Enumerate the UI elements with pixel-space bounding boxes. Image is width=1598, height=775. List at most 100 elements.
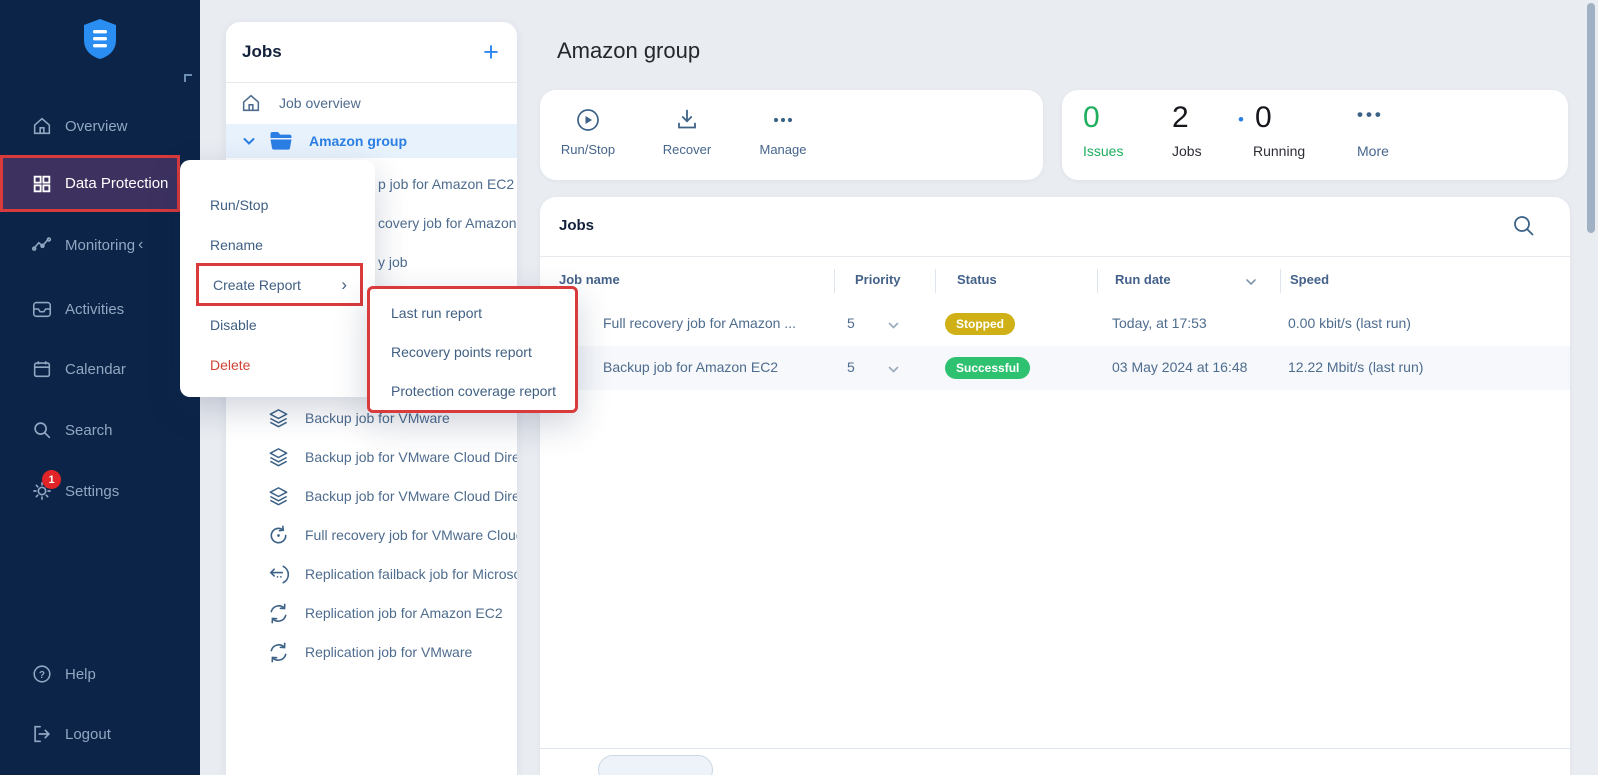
column-separator [1097,269,1098,293]
divider [540,256,1570,257]
toolbar-button-label: Manage [738,142,828,157]
sort-chevron-icon[interactable] [1245,276,1257,288]
sidebar-item-monitoring[interactable]: Monitoring ‹ [0,223,200,267]
sidebar-item-activities[interactable]: Activities [0,287,200,331]
priority-dropdown-icon[interactable] [887,363,900,376]
column-separator [935,269,936,293]
status-badge: Stopped [945,313,1015,335]
menu-item-run-stop[interactable]: Run/Stop [180,185,375,225]
toolbar-button-label: Recover [642,142,732,157]
cell-speed: 0.00 kbit/s (last run) [1288,315,1411,331]
chevron-down-icon[interactable] [242,134,256,148]
divider [540,748,1570,749]
job-group-label: Amazon group [309,133,407,149]
download-icon [674,107,700,133]
sidebar-item-label: Calendar [65,361,126,378]
menu-item-create-report[interactable]: Create Report › [196,263,363,306]
chevron-right-icon: › [341,275,347,295]
column-header-speed[interactable]: Speed [1290,272,1329,287]
menu-item-delete[interactable]: Delete [180,345,375,385]
column-header-run-date[interactable]: Run date [1115,272,1171,287]
sidebar-item-search[interactable]: Search [0,408,200,452]
cell-priority: 5 [847,359,855,375]
page-scrollbar[interactable] [1587,3,1595,233]
status-badge: Successful [945,357,1030,379]
sidebar-item-label: Settings [65,483,119,500]
pagination-pill-button[interactable] [598,755,713,775]
sidebar-item-overview[interactable]: Overview [0,104,200,148]
play-circle-icon [575,107,601,133]
inbox-icon [31,298,53,320]
table-row[interactable]: Full recovery job for Amazon ... 5 Stopp… [540,302,1570,346]
grid-icon [31,173,53,195]
jobs-label: Jobs [1172,143,1202,159]
sidebar-item-label: Overview [65,118,128,135]
sidebar-item-settings[interactable]: Settings [0,469,200,513]
group-stats: 0 Issues 2 Jobs • 0 Running ••• More [1062,90,1568,180]
column-separator [834,269,835,293]
sidebar-collapse-icon[interactable] [184,74,192,82]
menu-item-rename[interactable]: Rename [180,225,375,265]
job-tree-item[interactable]: Replication failback job for Microso [226,555,517,593]
cell-job-name[interactable]: Backup job for Amazon EC2 [603,359,778,375]
column-header-status[interactable]: Status [957,272,997,287]
job-tree-item-fragment[interactable]: y job [378,252,408,272]
jobs-panel-title: Jobs [242,42,282,62]
backup-job-icon [267,446,290,469]
sidebar-item-label: Search [65,422,113,439]
menu-item-disable[interactable]: Disable [180,305,375,345]
backup-job-icon [267,485,290,508]
job-tree-item-label: Backup job for VMware Cloud Direc [305,449,517,465]
toolbar-button-label: Run/Stop [543,142,633,157]
sidebar-item-help[interactable]: ? Help [0,652,200,696]
menu-item-last-run-report[interactable]: Last run report [370,294,575,333]
chevron-left-icon[interactable]: ‹ [138,236,143,254]
job-tree-item-label: Full recovery job for VMware Cloud [305,527,517,543]
jobs-table-card: Jobs Job name Priority Status Run date S… [540,197,1570,775]
job-tree-item-fragment[interactable]: covery job for Amazon E [378,213,517,233]
table-row[interactable]: Backup job for Amazon EC2 5 Successful 0… [540,346,1570,390]
backup-job-icon [267,407,290,430]
column-separator [1280,269,1281,293]
sidebar-item-logout[interactable]: Logout [0,712,200,756]
sidebar-item-label: Data Protection [65,175,168,192]
search-icon[interactable] [1511,213,1537,239]
replication-job-icon [267,602,290,625]
job-tree-item[interactable]: Full recovery job for VMware Cloud [226,516,517,554]
sidebar: Overview Data Protection Monitoring ‹ [0,0,200,775]
running-label: Running [1253,143,1305,159]
group-context-menu: Run/Stop Rename Create Report › Disable … [180,160,375,397]
manage-button[interactable]: Manage [738,90,828,180]
job-tree-item[interactable]: Replication job for Amazon EC2 [226,594,517,632]
job-tree-item[interactable]: Backup job for VMware Cloud Direc [226,438,517,476]
run-stop-button[interactable]: Run/Stop [543,90,633,180]
calendar-icon [31,358,53,380]
more-ellipsis-icon[interactable]: ••• [1357,105,1384,125]
more-label[interactable]: More [1357,143,1389,159]
column-header-priority[interactable]: Priority [855,272,901,287]
job-tree-item-fragment[interactable]: p job for Amazon EC2 [378,174,514,194]
cell-priority: 5 [847,315,855,331]
job-tree-item[interactable]: Replication job for VMware [226,633,517,671]
cell-job-name[interactable]: Full recovery job for Amazon ... [603,315,796,331]
cell-run-date: 03 May 2024 at 16:48 [1112,359,1247,375]
job-group-amazon[interactable]: Amazon group [226,124,517,158]
column-header-job-name[interactable]: Job name [559,272,620,287]
running-dot-icon: • [1238,110,1244,130]
group-toolbar: Run/Stop Recover Manage [540,90,1043,180]
priority-dropdown-icon[interactable] [887,319,900,332]
cell-speed: 12.22 Mbit/s (last run) [1288,359,1423,375]
add-job-button[interactable]: + [476,37,506,67]
job-tree-item[interactable]: Backup job for VMware Cloud Direc [226,477,517,515]
job-overview-item[interactable]: Job overview [226,84,517,122]
divider [226,82,517,83]
sidebar-item-data-protection[interactable]: Data Protection [0,155,180,212]
menu-item-protection-coverage-report[interactable]: Protection coverage report [370,372,575,411]
home-icon [240,92,262,114]
home-icon [31,115,53,137]
job-tree-item-label: Replication failback job for Microso [305,566,517,582]
menu-item-recovery-points-report[interactable]: Recovery points report [370,333,575,372]
sidebar-item-calendar[interactable]: Calendar [0,347,200,391]
page-title: Amazon group [557,38,700,64]
recover-button[interactable]: Recover [642,90,732,180]
